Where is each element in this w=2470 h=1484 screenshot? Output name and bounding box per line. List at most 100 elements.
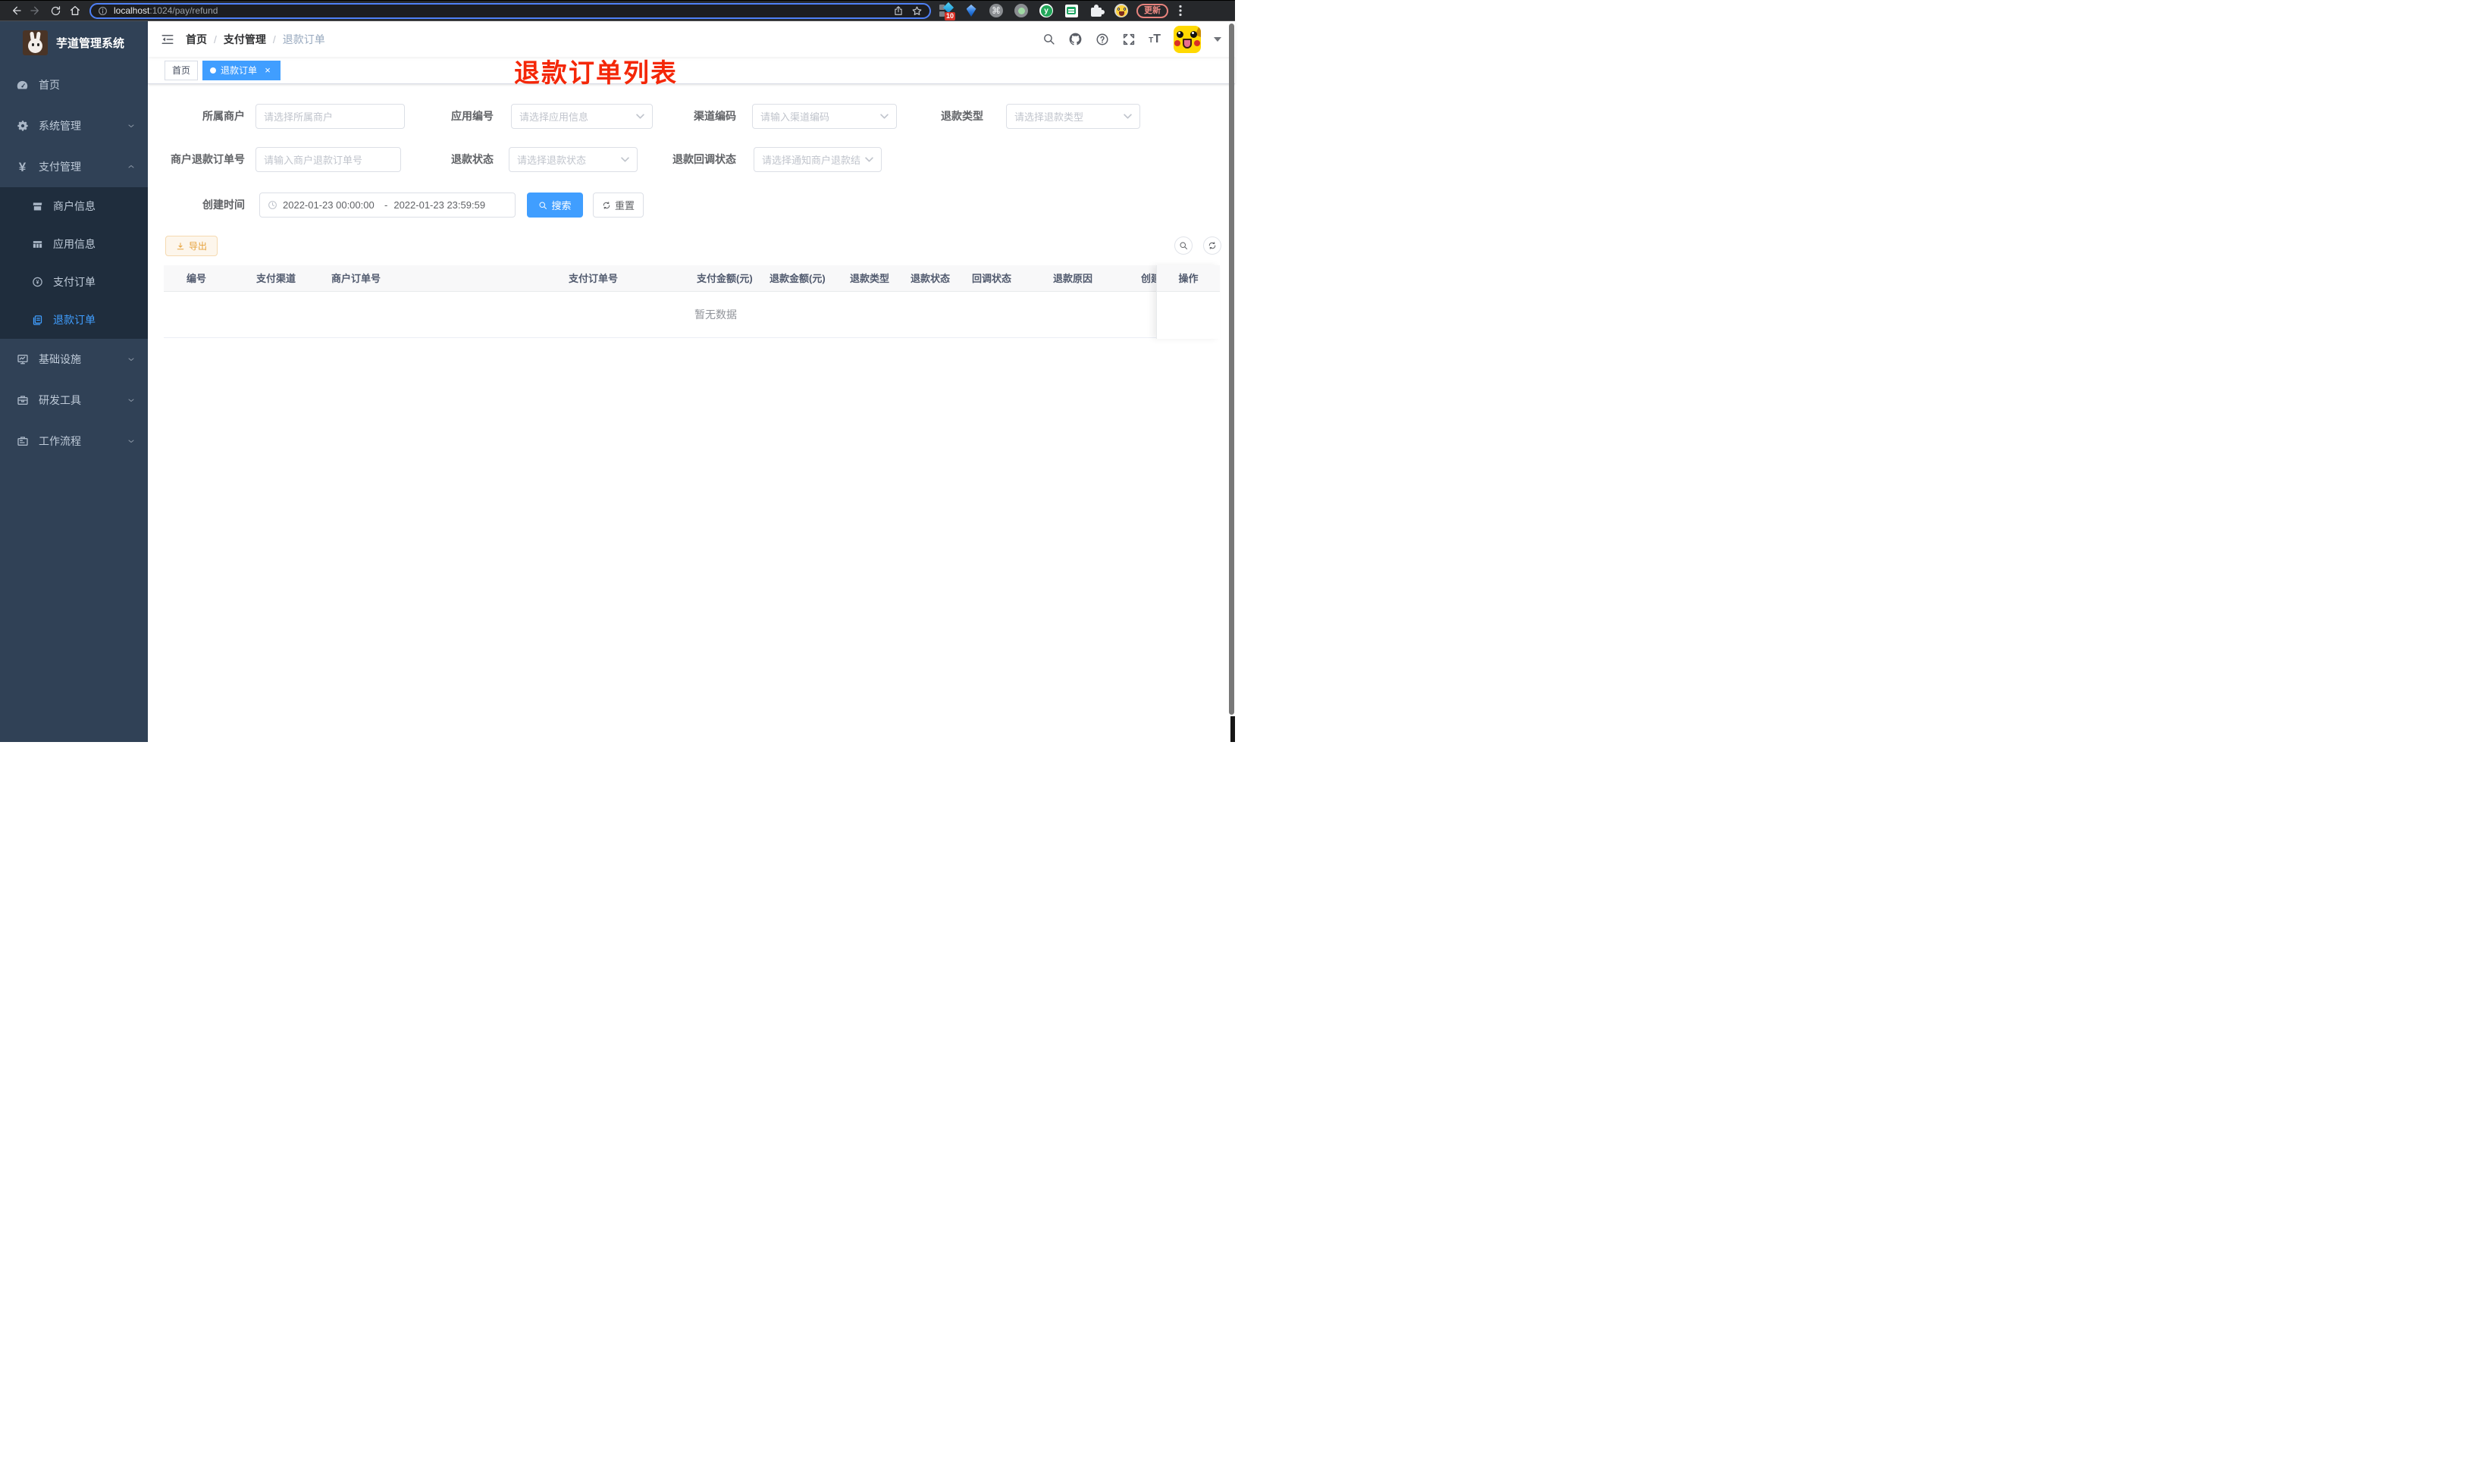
extension-y-icon[interactable]: y <box>1039 3 1054 18</box>
browser-home-icon[interactable] <box>65 2 85 19</box>
breadcrumb-separator: / <box>214 33 217 45</box>
placeholder: 请选择退款类型 <box>1014 111 1084 123</box>
app-select[interactable]: 请选择应用信息 <box>511 104 653 129</box>
storefront-icon <box>32 201 43 212</box>
reset-button[interactable]: 重置 <box>593 193 644 218</box>
sidebar-collapse-icon[interactable] <box>161 33 174 46</box>
sidebar-item-workflow[interactable]: 工作流程 <box>0 421 148 462</box>
browser-forward-icon[interactable] <box>26 2 45 19</box>
app-logo <box>23 30 48 55</box>
channel-select[interactable]: 请输入渠道编码 <box>752 104 897 129</box>
yen-circle-icon: ¥ <box>32 277 43 288</box>
url-text: localhost:1024/pay/refund <box>114 5 886 16</box>
chevron-down-icon <box>865 157 873 162</box>
extension-chat-icon[interactable] <box>1064 3 1079 18</box>
sidebar-item-system[interactable]: 系统管理 <box>0 105 148 146</box>
placeholder: 请选择所属商户 <box>264 111 334 123</box>
fullscreen-icon[interactable] <box>1122 33 1136 46</box>
browser-menu-icon[interactable] <box>1174 5 1186 17</box>
merchant-input[interactable]: 请选择所属商户 <box>255 104 405 129</box>
filter-label-callback-status: 退款回调状态 <box>672 153 736 165</box>
extension-command-icon[interactable]: ⌘ <box>989 3 1004 18</box>
sidebar-item-infra[interactable]: 基础设施 <box>0 339 148 380</box>
extension-emoji-icon[interactable] <box>1114 3 1129 18</box>
sidebar-item-label: 系统管理 <box>39 120 81 132</box>
tag-label: 首页 <box>172 65 191 76</box>
table-header-row: 编号 支付渠道 商户订单号 支付订单号 支付金额(元) 退款金额(元) 退款类型… <box>164 265 1220 292</box>
help-icon[interactable] <box>1096 33 1109 46</box>
breadcrumb: 首页 / 支付管理 / 退款订单 <box>186 32 325 47</box>
sidebar-item-label: 支付管理 <box>39 161 81 173</box>
refresh-table-button[interactable] <box>1203 236 1221 255</box>
sidebar-logo-row[interactable]: 芋道管理系统 <box>0 21 148 64</box>
user-avatar[interactable] <box>1174 25 1201 53</box>
breadcrumb-home[interactable]: 首页 <box>186 32 207 47</box>
range-start-value: 2022-01-23 00:00:00 <box>283 199 375 211</box>
page-scrollbar[interactable] <box>1229 23 1234 715</box>
filter-label-app: 应用编号 <box>451 110 494 122</box>
toggle-search-button[interactable] <box>1174 236 1193 255</box>
refund-type-select[interactable]: 请选择退款类型 <box>1006 104 1140 129</box>
sidebar-item-devtools[interactable]: 研发工具 <box>0 380 148 421</box>
refund-table: 编号 支付渠道 商户订单号 支付订单号 支付金额(元) 退款金额(元) 退款类型… <box>164 265 1220 339</box>
sidebar-item-app-info[interactable]: 应用信息 <box>0 225 148 263</box>
url-host: localhost <box>114 5 150 16</box>
yen-icon: ¥ <box>18 159 27 174</box>
placeholder: 请选择通知商户退款结果的 <box>762 155 860 166</box>
share-icon[interactable] <box>893 5 904 16</box>
github-icon[interactable] <box>1068 32 1083 46</box>
tag-refund-order[interactable]: 退款订单 × <box>202 60 281 80</box>
browser-reload-icon[interactable] <box>45 2 65 19</box>
create-time-range-picker[interactable]: 2022-01-23 00:00:00 - 2022-01-23 23:59:5… <box>259 193 516 218</box>
browser-toolbar: localhost:1024/pay/refund 10 ⌘ y 更新 <box>0 0 1235 21</box>
main-panel: 首页 / 支付管理 / 退款订单 TT 退款订单列表 首页 退款订单 × 所属商… <box>148 21 1235 742</box>
callback-status-select[interactable]: 请选择通知商户退款结果的 <box>754 147 882 172</box>
sidebar-item-merchant-info[interactable]: 商户信息 <box>0 187 148 225</box>
sidebar-item-home[interactable]: 首页 <box>0 64 148 105</box>
export-button[interactable]: 导出 <box>165 236 218 256</box>
clock-icon <box>268 200 277 210</box>
topbar-actions: TT <box>1042 21 1221 57</box>
table-body: 暂无数据 <box>164 292 1220 338</box>
column-header-callback-status: 回调状态 <box>972 273 1012 284</box>
tag-home[interactable]: 首页 <box>165 60 199 80</box>
extension-recorder-icon[interactable] <box>1014 3 1029 18</box>
font-size-icon[interactable]: TT <box>1149 33 1161 46</box>
site-info-icon[interactable] <box>98 6 108 16</box>
search-button[interactable]: 搜索 <box>527 193 583 218</box>
browser-back-icon[interactable] <box>6 2 26 19</box>
range-end-value: 2022-01-23 23:59:59 <box>393 199 486 211</box>
sidebar-item-label: 工作流程 <box>39 435 81 447</box>
sidebar-item-pay-order[interactable]: ¥ 支付订单 <box>0 263 148 301</box>
chevron-down-icon <box>127 121 136 130</box>
chevron-down-icon <box>621 157 629 162</box>
browser-update-button[interactable]: 更新 <box>1136 3 1168 18</box>
placeholder: 请选择退款状态 <box>517 155 587 166</box>
bookmark-star-icon[interactable] <box>911 5 923 17</box>
page-content: 所属商户 请选择所属商户 应用编号 请选择应用信息 渠道编码 请输入渠道编码 退… <box>148 84 1235 742</box>
refund-status-select[interactable]: 请选择退款状态 <box>509 147 638 172</box>
page-annotation-title: 退款订单列表 <box>514 59 678 88</box>
briefcase-icon <box>16 435 29 448</box>
sidebar-item-refund-order[interactable]: 退款订单 <box>0 301 148 339</box>
tags-view: 首页 退款订单 × <box>148 57 1235 84</box>
breadcrumb-pay[interactable]: 支付管理 <box>224 32 266 47</box>
column-header-refund-status: 退款状态 <box>911 273 951 284</box>
sidebar-item-label: 基础设施 <box>39 353 81 365</box>
sidebar-item-label: 支付订单 <box>53 276 96 288</box>
range-separator: - <box>384 199 388 211</box>
tag-label: 退款订单 <box>221 65 258 76</box>
merchant-refund-no-input[interactable]: 请输入商户退款订单号 <box>255 147 401 172</box>
sidebar-item-label: 研发工具 <box>39 394 81 406</box>
extension-tasks-icon[interactable]: 10 <box>939 2 955 20</box>
column-header-refund-type: 退款类型 <box>850 273 890 284</box>
sidebar-item-pay[interactable]: ¥ 支付管理 <box>0 146 148 187</box>
user-menu-caret-icon[interactable] <box>1214 36 1221 42</box>
empty-state-text: 暂无数据 <box>694 308 737 321</box>
extension-gem-icon[interactable] <box>964 3 979 18</box>
search-icon[interactable] <box>1042 33 1055 45</box>
address-bar[interactable]: localhost:1024/pay/refund <box>89 2 931 19</box>
extension-puzzle-icon[interactable] <box>1089 3 1105 18</box>
tag-close-icon[interactable]: × <box>262 65 273 76</box>
grid-table-icon <box>32 239 43 250</box>
